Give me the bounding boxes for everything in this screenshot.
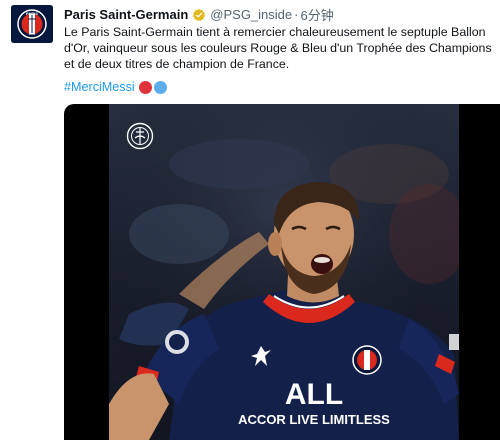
tweet-header: Paris Saint-Germain @PSG_inside · 6分钟 [64,6,334,23]
psg-crest-icon: PARIS [11,5,53,43]
blue-circle-emoji-icon [153,80,167,94]
video-frame: ALL ACCOR LIVE LIMITLESS [109,104,459,440]
verified-badge-icon [193,8,206,21]
svg-text:ALL: ALL [285,378,343,411]
avatar[interactable]: PARIS [11,5,53,43]
psg-crest-icon [126,122,154,150]
hashtag-line: #MerciMessi [64,80,167,94]
tweet-text: Le Paris Saint-Germain tient à remercier… [64,25,492,71]
author-name[interactable]: Paris Saint-Germain [64,7,188,22]
svg-text:PARIS: PARIS [26,11,38,16]
hashtag-link[interactable]: #MerciMessi [64,80,135,94]
red-circle-emoji-icon [138,80,152,94]
video-scene-image: ALL ACCOR LIVE LIMITLESS [109,104,459,440]
header-separator: · [294,7,299,22]
tweet-timestamp[interactable]: 6分钟 [300,5,333,24]
svg-text:ACCOR LIVE LIMITLESS: ACCOR LIVE LIMITLESS [238,412,390,427]
author-handle[interactable]: @PSG_inside [210,7,292,22]
tweet-video[interactable]: ALL ACCOR LIVE LIMITLESS [64,104,500,440]
